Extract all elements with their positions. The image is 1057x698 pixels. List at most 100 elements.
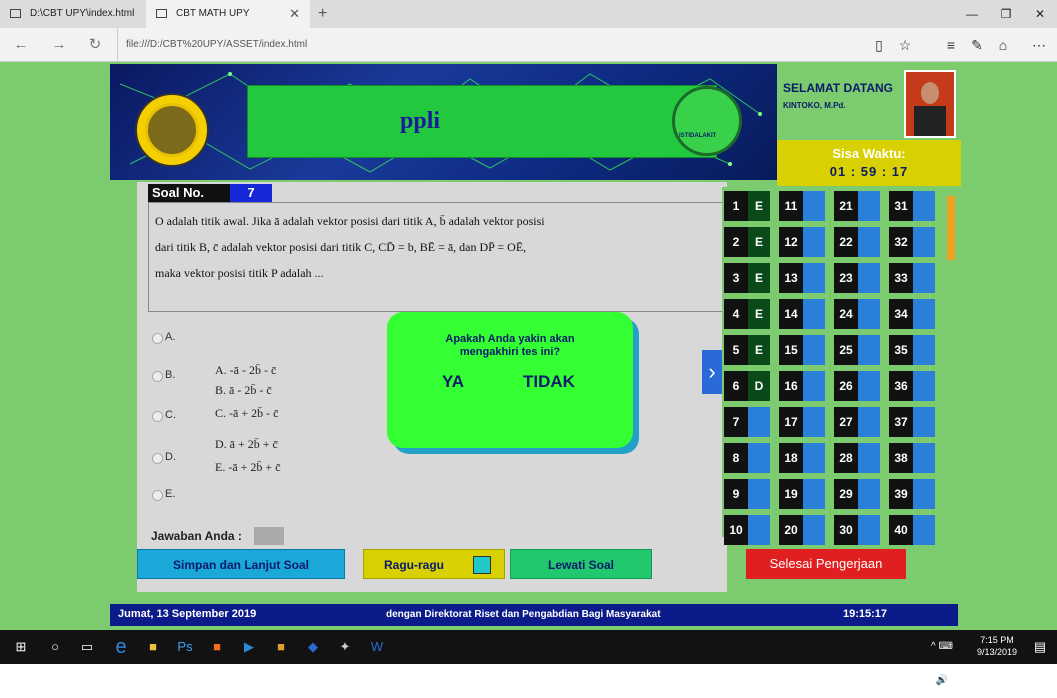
grid-cell[interactable]: 15 [779, 335, 827, 365]
option-c-radio[interactable] [152, 411, 163, 422]
grid-cell[interactable]: 32 [889, 227, 937, 257]
word-icon[interactable]: W [360, 630, 394, 664]
grid-cell[interactable]: 34 [889, 299, 937, 329]
grid-cell[interactable]: 8 [724, 443, 772, 473]
grid-cell[interactable]: 31 [889, 191, 937, 221]
grid-cell-number: 36 [889, 371, 913, 401]
hub-icon[interactable]: ≡ [938, 28, 964, 62]
grid-cell[interactable]: 25 [834, 335, 882, 365]
grid-cell[interactable]: 5E [724, 335, 772, 365]
grid-cell[interactable]: 38 [889, 443, 937, 473]
media-icon[interactable]: ▶ [232, 630, 266, 664]
grid-cell[interactable]: 4E [724, 299, 772, 329]
grid-cell[interactable]: 36 [889, 371, 937, 401]
grid-cell-answer [913, 191, 935, 221]
option-b-text: B. ā - 2b̄ - c̄ [215, 383, 272, 397]
file-explorer-icon[interactable]: ■ [136, 630, 170, 664]
search-icon[interactable]: ○ [38, 630, 72, 664]
grid-cell-number: 25 [834, 335, 858, 365]
app-icon[interactable]: ■ [200, 630, 234, 664]
tab-cbt-math[interactable]: CBT MATH UPY ✕ [146, 0, 310, 28]
grid-cell[interactable]: 40 [889, 515, 937, 545]
grid-cell[interactable]: 11 [779, 191, 827, 221]
grid-toggle-icon[interactable]: › [702, 350, 722, 394]
grid-cell[interactable]: 29 [834, 479, 882, 509]
grid-cell[interactable]: 17 [779, 407, 827, 437]
tab-file[interactable]: D:\CBT UPY\index.html [0, 0, 146, 28]
more-icon[interactable]: ⋯ [1026, 28, 1052, 62]
taskbar-time: 7:15 PM [980, 635, 1014, 645]
grid-cell[interactable]: 30 [834, 515, 882, 545]
grid-cell-number: 28 [834, 443, 858, 473]
notification-icon[interactable]: ▤ [1023, 630, 1057, 664]
grid-cell[interactable]: 18 [779, 443, 827, 473]
grid-cell[interactable]: 37 [889, 407, 937, 437]
refresh-icon[interactable]: ↻ [82, 28, 108, 62]
share-icon[interactable]: ⌂ [990, 28, 1016, 62]
app-icon-2[interactable]: ■ [264, 630, 298, 664]
grid-cell[interactable]: 14 [779, 299, 827, 329]
windows-start-icon[interactable]: ⊞ [4, 630, 38, 664]
grid-cell[interactable]: 21 [834, 191, 882, 221]
option-b-radio[interactable] [152, 371, 163, 382]
grid-cell-answer [858, 443, 880, 473]
grid-cell[interactable]: 39 [889, 479, 937, 509]
grid-cell[interactable]: 13 [779, 263, 827, 293]
grid-cell[interactable]: 19 [779, 479, 827, 509]
app-icon-4[interactable]: ✦ [328, 630, 362, 664]
grid-cell[interactable]: 22 [834, 227, 882, 257]
grid-cell-answer [803, 407, 825, 437]
close-tab-icon[interactable]: ✕ [289, 0, 300, 28]
grid-cell[interactable]: 35 [889, 335, 937, 365]
close-window-icon[interactable]: ✕ [1023, 0, 1057, 28]
option-d-radio[interactable] [152, 453, 163, 464]
grid-cell-answer [913, 443, 935, 473]
grid-cell[interactable]: 2E [724, 227, 772, 257]
system-tray-icon[interactable]: ^ ⌨ 🔊 [925, 630, 959, 686]
grid-cell-answer [858, 263, 880, 293]
new-tab-icon[interactable]: + [318, 0, 327, 28]
taskbar-clock[interactable]: 7:15 PM 9/13/2019 [975, 634, 1019, 658]
side-tab[interactable] [947, 196, 955, 260]
dialog-no-button[interactable]: TIDAK [523, 372, 575, 392]
grid-cell[interactable]: 7 [724, 407, 772, 437]
option-a-radio[interactable] [152, 333, 163, 344]
grid-cell[interactable]: 28 [834, 443, 882, 473]
grid-cell[interactable]: 16 [779, 371, 827, 401]
forward-icon[interactable]: → [46, 28, 72, 62]
grid-cell[interactable]: 33 [889, 263, 937, 293]
grid-cell[interactable]: 26 [834, 371, 882, 401]
minimize-icon[interactable]: — [955, 0, 989, 28]
restore-icon[interactable]: ❐ [989, 0, 1023, 28]
option-e-radio[interactable] [152, 490, 163, 501]
grid-cell[interactable]: 12 [779, 227, 827, 257]
dialog-yes-button[interactable]: YA [442, 372, 464, 392]
edge-icon[interactable]: e [104, 630, 138, 664]
grid-cell[interactable]: 20 [779, 515, 827, 545]
task-view-icon[interactable]: ▭ [70, 630, 104, 664]
save-next-button[interactable]: Simpan dan Lanjut Soal [137, 549, 345, 579]
back-icon[interactable]: ← [8, 28, 34, 62]
favorite-star-icon[interactable]: ☆ [892, 28, 918, 62]
grid-cell[interactable]: 10 [724, 515, 772, 545]
option-a-text: A. -ā - 2b̄ - c̄ [215, 363, 277, 377]
grid-cell[interactable]: 1E [724, 191, 772, 221]
notes-icon[interactable]: ✎ [964, 28, 990, 62]
grid-cell[interactable]: 23 [834, 263, 882, 293]
option-e-text: E. -ā + 2b̄ + c̄ [215, 460, 281, 474]
grid-cell-number: 2 [724, 227, 748, 257]
skip-button[interactable]: Lewati Soal [510, 549, 652, 579]
grid-cell[interactable]: 9 [724, 479, 772, 509]
app-icon-3[interactable]: ◆ [296, 630, 330, 664]
option-a-label: A. [165, 331, 176, 343]
photoshop-icon[interactable]: Ps [168, 630, 202, 664]
grid-cell[interactable]: 3E [724, 263, 772, 293]
reading-view-icon[interactable]: ▯ [866, 28, 892, 62]
url-field[interactable]: file:///D:/CBT%20UPY/ASSET/index.html [117, 28, 307, 62]
grid-cell[interactable]: 24 [834, 299, 882, 329]
grid-cell[interactable]: 27 [834, 407, 882, 437]
grid-cell[interactable]: 6D [724, 371, 772, 401]
grid-cell-answer [858, 227, 880, 257]
finish-button[interactable]: Selesai Pengerjaan [746, 549, 906, 579]
doubt-checkbox[interactable] [473, 556, 491, 574]
